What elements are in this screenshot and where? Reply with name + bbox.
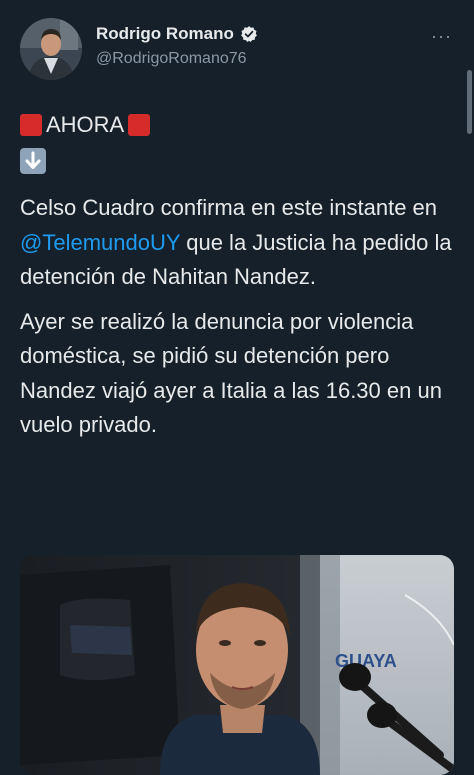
author-handle[interactable]: @RodrigoRomano76 <box>96 50 258 68</box>
headline-line: AHORA <box>20 108 456 142</box>
down-arrow-icon <box>20 148 46 174</box>
display-name[interactable]: Rodrigo Romano <box>96 24 234 44</box>
paragraph-2: Ayer se realizó la denuncia por violenci… <box>20 308 442 438</box>
tweet-header: Rodrigo Romano @RodrigoRomano76 ··· <box>18 14 458 84</box>
avatar[interactable] <box>20 18 82 80</box>
paragraph-1-start: Celso Cuadro confirma en este instante e… <box>20 195 438 220</box>
tweet-media-image[interactable]: GUAYA <box>20 555 454 775</box>
red-square-icon <box>128 114 151 136</box>
arrow-line <box>20 142 456 186</box>
headline: AHORA <box>46 112 125 137</box>
tweet-text: AHORA Celso Cuadro confirma en este inst… <box>20 108 456 443</box>
paragraph-1: Celso Cuadro confirma en este instante e… <box>20 191 456 295</box>
verified-badge-icon <box>240 25 258 43</box>
scrollbar[interactable] <box>467 70 472 134</box>
author-names: Rodrigo Romano @RodrigoRomano76 <box>96 24 258 68</box>
more-options-button[interactable]: ··· <box>431 26 452 47</box>
red-square-icon <box>20 114 42 136</box>
mention-link[interactable]: @TelemundoUY <box>20 230 180 255</box>
